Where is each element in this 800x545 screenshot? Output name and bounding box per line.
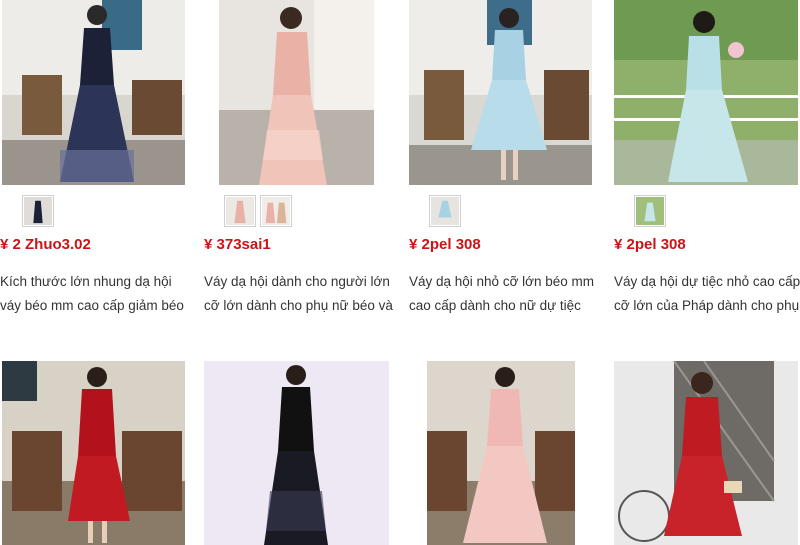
product-title[interactable]: Váy dạ hội dự tiệc nhỏ cao cấp cỡ lớn củ…: [614, 270, 800, 318]
thumbnail[interactable]: [260, 195, 292, 227]
product-price[interactable]: ¥ 2pel 308: [614, 236, 686, 253]
thumbnail[interactable]: [634, 195, 666, 227]
product-image[interactable]: [409, 0, 592, 185]
thumbnail-strip: [224, 195, 292, 227]
product-image[interactable]: [2, 361, 185, 545]
thumbnail[interactable]: [429, 195, 461, 227]
product-title[interactable]: Váy dạ hội dành cho người lớn cỡ lớn dàn…: [204, 270, 399, 318]
product-image[interactable]: [219, 0, 374, 185]
product-title[interactable]: Kích thước lớn nhung dạ hội váy béo mm c…: [0, 270, 195, 318]
product-image[interactable]: [2, 0, 185, 185]
product-price[interactable]: ¥ 373sai1: [204, 236, 271, 253]
thumbnail-strip: [22, 195, 54, 227]
product-image[interactable]: [204, 361, 389, 545]
thumbnail[interactable]: [22, 195, 54, 227]
product-image[interactable]: [614, 361, 798, 545]
product-title[interactable]: Váy dạ hội nhỏ cỡ lớn béo mm cao cấp dàn…: [409, 270, 604, 318]
thumbnail-strip: [429, 195, 461, 227]
product-image[interactable]: [427, 361, 575, 545]
thumbnail[interactable]: [224, 195, 256, 227]
product-price[interactable]: ¥ 2 Zhuo3.02: [0, 236, 91, 253]
product-image[interactable]: [614, 0, 798, 185]
thumbnail-strip: [634, 195, 666, 227]
product-price[interactable]: ¥ 2pel 308: [409, 236, 481, 253]
